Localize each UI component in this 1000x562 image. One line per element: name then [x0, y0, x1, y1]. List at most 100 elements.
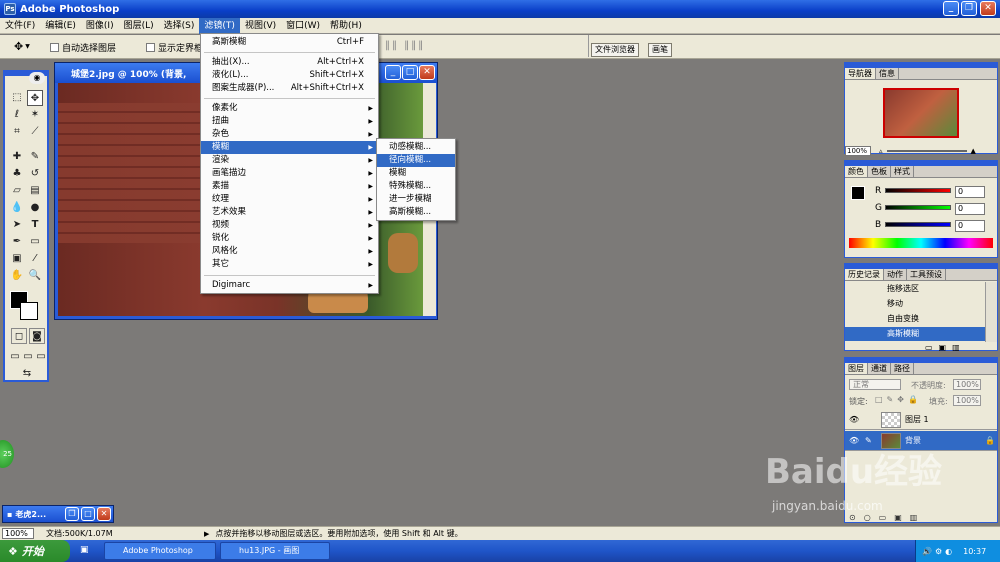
menu-item-blur[interactable]: 模糊 ▶ — [201, 141, 378, 154]
minimized-restore-button[interactable]: ❐ — [65, 507, 79, 521]
tab-navigator[interactable]: 导航器 — [845, 68, 876, 79]
menu-item-last-filter[interactable]: 高斯模糊 Ctrl+F — [201, 36, 378, 49]
menu-item-noise[interactable]: 杂色 ▶ — [201, 128, 378, 141]
b-value[interactable]: 0 — [955, 220, 985, 232]
tab-actions[interactable]: 动作 — [884, 269, 907, 280]
magic-wand-icon[interactable]: ✶ — [27, 107, 43, 123]
slice-tool-icon[interactable]: ⟋ — [27, 124, 43, 140]
menu-file[interactable]: 文件(F) — [0, 18, 40, 34]
menu-item-video[interactable]: 视频 ▶ — [201, 219, 378, 232]
brush-tool-icon[interactable]: ✎ — [27, 149, 43, 165]
history-item[interactable]: 移动 — [845, 297, 985, 311]
gradient-tool-icon[interactable]: ▤ — [27, 183, 43, 199]
tab-tool-presets[interactable]: 工具预设 — [907, 269, 946, 280]
b-slider[interactable] — [885, 222, 951, 227]
zoom-out-icon[interactable]: ▵ — [879, 147, 883, 155]
lock-icons[interactable]: □✎✥🔒 — [875, 395, 922, 404]
checkbox-box[interactable] — [146, 43, 155, 52]
menu-item-radial-blur[interactable]: 径向模糊... — [377, 154, 455, 167]
healing-brush-icon[interactable]: ✚ — [9, 149, 25, 165]
tab-layers[interactable]: 图层 — [845, 363, 868, 374]
menu-item-other[interactable]: 其它 ▶ — [201, 258, 378, 271]
tab-styles[interactable]: 样式 — [891, 166, 914, 177]
fill-input[interactable]: 100% — [953, 395, 981, 406]
tab-info[interactable]: 信息 — [876, 68, 899, 79]
doc-maximize-button[interactable]: □ — [402, 65, 418, 80]
eraser-tool-icon[interactable]: ▱ — [9, 183, 25, 199]
minimize-button[interactable]: _ — [943, 1, 959, 16]
g-slider[interactable] — [885, 205, 951, 210]
menu-item-gaussian-blur[interactable]: 高斯模糊... — [377, 206, 455, 219]
r-value[interactable]: 0 — [955, 186, 985, 198]
move-tool-preset[interactable]: ✥ ▼ — [14, 40, 30, 53]
blur-tool-icon[interactable]: 💧 — [9, 200, 25, 216]
menu-filter[interactable]: 滤镜(T) — [199, 17, 240, 34]
menu-image[interactable]: 图像(I) — [81, 18, 119, 34]
layer-row[interactable]: 👁 图层 1 — [845, 410, 997, 430]
start-button[interactable]: ❖ 开始 — [0, 540, 70, 562]
jump-to-imageready-icon[interactable]: ⇆ — [11, 366, 43, 382]
eye-icon[interactable]: 👁 — [849, 410, 859, 430]
zoom-tool-icon[interactable]: 🔍 — [27, 268, 43, 284]
lasso-tool-icon[interactable]: ℓ — [9, 107, 25, 123]
menu-item-render[interactable]: 渲染 ▶ — [201, 154, 378, 167]
crop-tool-icon[interactable]: ⌗ — [9, 124, 25, 140]
navigator-zoom[interactable]: 100% — [845, 146, 871, 156]
tab-swatches[interactable]: 色板 — [868, 166, 891, 177]
dodge-tool-icon[interactable]: ● — [27, 200, 43, 216]
file-browser-tab[interactable]: 文件浏览器 — [591, 43, 639, 57]
color-foreground-swatch[interactable] — [851, 186, 865, 200]
menu-item-distort[interactable]: 扭曲 ▶ — [201, 115, 378, 128]
history-item[interactable]: 自由变换 — [845, 312, 985, 326]
background-color[interactable] — [20, 302, 38, 320]
show-bounds-checkbox[interactable]: 显示定界框 — [146, 41, 203, 54]
menu-select[interactable]: 选择(S) — [159, 18, 200, 34]
restore-button[interactable]: ❐ — [961, 1, 977, 16]
tab-color[interactable]: 颜色 — [845, 166, 868, 177]
menu-item-pattern[interactable]: 图案生成器(P)... Alt+Shift+Ctrl+X — [201, 82, 378, 95]
opacity-input[interactable]: 100% — [953, 379, 981, 390]
zoom-in-icon[interactable]: ▲ — [971, 147, 976, 155]
menu-item-liquify[interactable]: 液化(L)... Shift+Ctrl+X — [201, 69, 378, 82]
menu-item-blur-more[interactable]: 进一步模糊 — [377, 193, 455, 206]
menu-item-motion-blur[interactable]: 动感模糊... — [377, 141, 455, 154]
quickmask-mode-icon[interactable]: ◙ — [29, 328, 45, 344]
menu-item-smart-blur[interactable]: 特殊模糊... — [377, 180, 455, 193]
menu-item-extract[interactable]: 抽出(X)... Alt+Ctrl+X — [201, 56, 378, 69]
hand-tool-icon[interactable]: ✋ — [9, 268, 25, 284]
layer-action-icons[interactable]: ⊙○▭▣▥ — [849, 513, 925, 522]
history-scrollbar[interactable] — [985, 282, 997, 342]
menu-item-digimarc[interactable]: Digimarc ▶ — [201, 279, 378, 292]
clock[interactable]: 10:37 — [963, 547, 986, 556]
menu-view[interactable]: 视图(V) — [240, 18, 281, 34]
blend-mode-select[interactable]: 正常 — [849, 379, 901, 390]
checkbox-box[interactable] — [50, 43, 59, 52]
r-slider[interactable] — [885, 188, 951, 193]
type-tool-icon[interactable]: T — [27, 217, 43, 233]
task-paint[interactable]: hu13.JPG - 画图 — [220, 542, 330, 560]
color-ramp[interactable] — [849, 238, 993, 248]
shape-tool-icon[interactable]: ▭ — [27, 234, 43, 250]
brushes-tab[interactable]: 画笔 — [648, 43, 672, 57]
menu-layer[interactable]: 图层(L) — [119, 18, 159, 34]
menu-item-artistic[interactable]: 艺术效果 ▶ — [201, 206, 378, 219]
menu-item-brush-strokes[interactable]: 画笔描边 ▶ — [201, 167, 378, 180]
history-brush-icon[interactable]: ↺ — [27, 166, 43, 182]
marquee-tool-icon[interactable]: ⬚ — [9, 90, 25, 106]
close-button[interactable]: ✕ — [980, 1, 996, 16]
align-icons[interactable]: ‖‖ ‖‖‖ — [385, 40, 425, 51]
layer-row-selected[interactable]: 👁 ✎ 背景 🔒 — [845, 431, 997, 451]
menu-window[interactable]: 窗口(W) — [281, 18, 325, 34]
notes-tool-icon[interactable]: ▣ — [9, 251, 25, 267]
menu-item-pixelate[interactable]: 像素化 ▶ — [201, 102, 378, 115]
play-icon[interactable]: ▶ — [204, 530, 209, 538]
status-zoom[interactable]: 100% — [2, 528, 34, 539]
minimized-document[interactable]: ▪ 老虎2... ❐ □ ✕ — [2, 505, 114, 523]
task-photoshop[interactable]: Adobe Photoshop — [104, 542, 216, 560]
auto-select-checkbox[interactable]: 自动选择图层 — [50, 41, 116, 54]
tab-paths[interactable]: 路径 — [891, 363, 914, 374]
history-item-selected[interactable]: 高斯模糊 — [845, 327, 985, 341]
pen-tool-icon[interactable]: ✒ — [9, 234, 25, 250]
tray-icons[interactable]: 🔊⚙◐ — [922, 547, 955, 556]
screen-mode-3-icon[interactable]: ▭ — [33, 349, 49, 365]
